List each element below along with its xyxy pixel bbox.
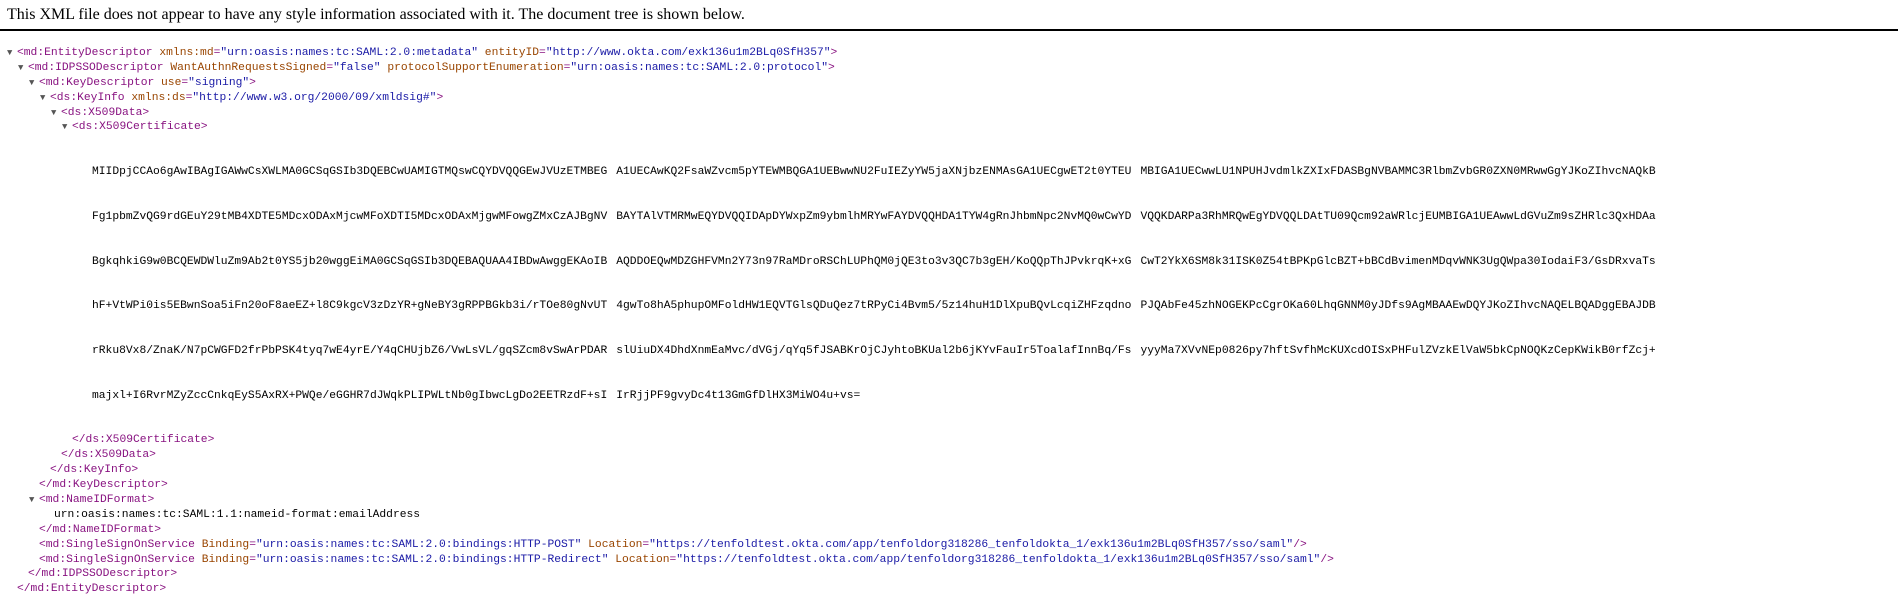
collapse-toggle-icon[interactable]: ▼ bbox=[62, 120, 72, 135]
xml-style-notice: This XML file does not appear to have an… bbox=[7, 6, 745, 23]
notice-divider bbox=[0, 29, 1898, 31]
key-info-line: ▼ <ds:KeyInfo xmlns:ds="http://www.w3.org… bbox=[40, 91, 444, 106]
certificate-line: Fg1pbmZvQG9rdGEuY29tMB4XDTE5MDcxODAxMjcw… bbox=[92, 210, 608, 223]
certificate-line: BAYTAlVTMRMwEQYDVQQIDApDYWxpZm9ybmlhMRYw… bbox=[616, 210, 1132, 223]
idp-descriptor-line: ▼ <md:IDPSSODescriptor WantAuthnRequestsS… bbox=[18, 61, 835, 76]
certificate-column: A1UECAwKQ2FsaWZvcm5pYTEWMBQGA1UEBwwNU2Fu… bbox=[616, 135, 1131, 433]
sso-service-post-line: <md:SingleSignOnService Binding="urn:oas… bbox=[39, 538, 1307, 551]
certificate-line: IrRjjPF9gvyDc4t13GmGfDlHX3MiWO4u+vs= bbox=[616, 389, 861, 402]
collapse-toggle-icon[interactable]: ▼ bbox=[18, 61, 28, 76]
certificate-line: AQDDOEQwMDZGHFVMn2Y73n97RaMDroRSChLUPhQM… bbox=[616, 255, 1132, 268]
certificate-line: slUiuDX4DhdXnmEaMvc/dVGj/qYq5fJSABKrOjCJ… bbox=[616, 344, 1132, 357]
x509-certificate-line: ▼ <ds:X509Certificate> bbox=[62, 120, 208, 135]
x509-data-close: </ds:X509Data> bbox=[61, 449, 156, 462]
entity-descriptor-line: ▼ <md:EntityDescriptor xmlns:md="urn:oasi… bbox=[7, 46, 838, 61]
collapse-toggle-icon[interactable]: ▼ bbox=[29, 493, 39, 508]
key-info-close: </ds:KeyInfo> bbox=[50, 464, 139, 477]
xml-document-tree: ▼ <md:EntityDescriptor xmlns:md="urn:oasi… bbox=[7, 46, 1656, 597]
nameid-format-line: ▼ <md:NameIDFormat> bbox=[29, 493, 155, 508]
sso-service-redirect-line: <md:SingleSignOnService Binding="urn:oas… bbox=[39, 553, 1334, 566]
certificate-line: MIIDpjCCAo6gAwIBAgIGAWwCsXWLMA0GCSqGSIb3… bbox=[92, 166, 608, 179]
certificate-line: A1UECAwKQ2FsaWZvcm5pYTEWMBQGA1UEBwwNU2Fu… bbox=[616, 166, 1132, 179]
certificate-line: MBIGA1UECwwLU1NPUHJvdmlkZXIxFDASBgNVBAMM… bbox=[1140, 166, 1656, 179]
x509-data-line: ▼ <ds:X509Data> bbox=[51, 106, 150, 121]
certificate-line: VQQKDARPa3RhMRQwEgYDVQQLDAtTU09Qcm92aWRl… bbox=[1140, 210, 1656, 223]
key-descriptor-line: ▼ <md:KeyDescriptor use="signing"> bbox=[29, 76, 256, 91]
entity-descriptor-close: </md:EntityDescriptor> bbox=[17, 583, 167, 596]
collapse-toggle-icon[interactable]: ▼ bbox=[29, 76, 39, 91]
idp-descriptor-close: </md:IDPSSODescriptor> bbox=[28, 568, 178, 581]
key-descriptor-close: </md:KeyDescriptor> bbox=[39, 479, 168, 492]
certificate-line: majxl+I6RvrMZyZccCnkqEyS5AxRX+PWQe/eGGHR… bbox=[92, 389, 608, 402]
certificate-line: PJQAbFe45zhNOGEKPcCgrOKa60LhqGNNM0yJDfs9… bbox=[1140, 300, 1656, 313]
nameid-format-value: urn:oasis:names:tc:SAML:1.1:nameid-forma… bbox=[54, 508, 421, 521]
certificate-line: rRku8Vx8/ZnaK/N7pCWGFD2frPbPSK4tyq7wE4yr… bbox=[92, 344, 608, 357]
certificate-text: MIIDpjCCAo6gAwIBAgIGAWwCsXWLMA0GCSqGSIb3… bbox=[7, 135, 1656, 433]
certificate-column: MBIGA1UECwwLU1NPUHJvdmlkZXIxFDASBgNVBAMM… bbox=[1140, 135, 1655, 433]
x509-certificate-close: </ds:X509Certificate> bbox=[72, 434, 215, 447]
nameid-format-close: </md:NameIDFormat> bbox=[39, 523, 162, 536]
certificate-column: MIIDpjCCAo6gAwIBAgIGAWwCsXWLMA0GCSqGSIb3… bbox=[92, 135, 607, 433]
certificate-line: CwT2YkX6SM8k31ISK0Z54tBPKpGlcBZT+bBCdBvi… bbox=[1140, 255, 1656, 268]
certificate-line: hF+VtWPi0is5EBwnSoa5iFn20oF8aeEZ+l8C9kgc… bbox=[92, 300, 608, 313]
collapse-toggle-icon[interactable]: ▼ bbox=[51, 106, 61, 121]
certificate-line: 4gwTo8hA5phupOMFoldHW1EQVTGlsQDuQez7tRPy… bbox=[616, 300, 1132, 313]
collapse-toggle-icon[interactable]: ▼ bbox=[7, 46, 17, 61]
certificate-line: yyyMa7XVvNEp0826py7hftSvfhMcKUXcdOISxPHF… bbox=[1140, 344, 1656, 357]
certificate-line: BgkqhkiG9w0BCQEWDWluZm9Ab2t0YS5jb20wggEi… bbox=[92, 255, 608, 268]
collapse-toggle-icon[interactable]: ▼ bbox=[40, 91, 50, 106]
